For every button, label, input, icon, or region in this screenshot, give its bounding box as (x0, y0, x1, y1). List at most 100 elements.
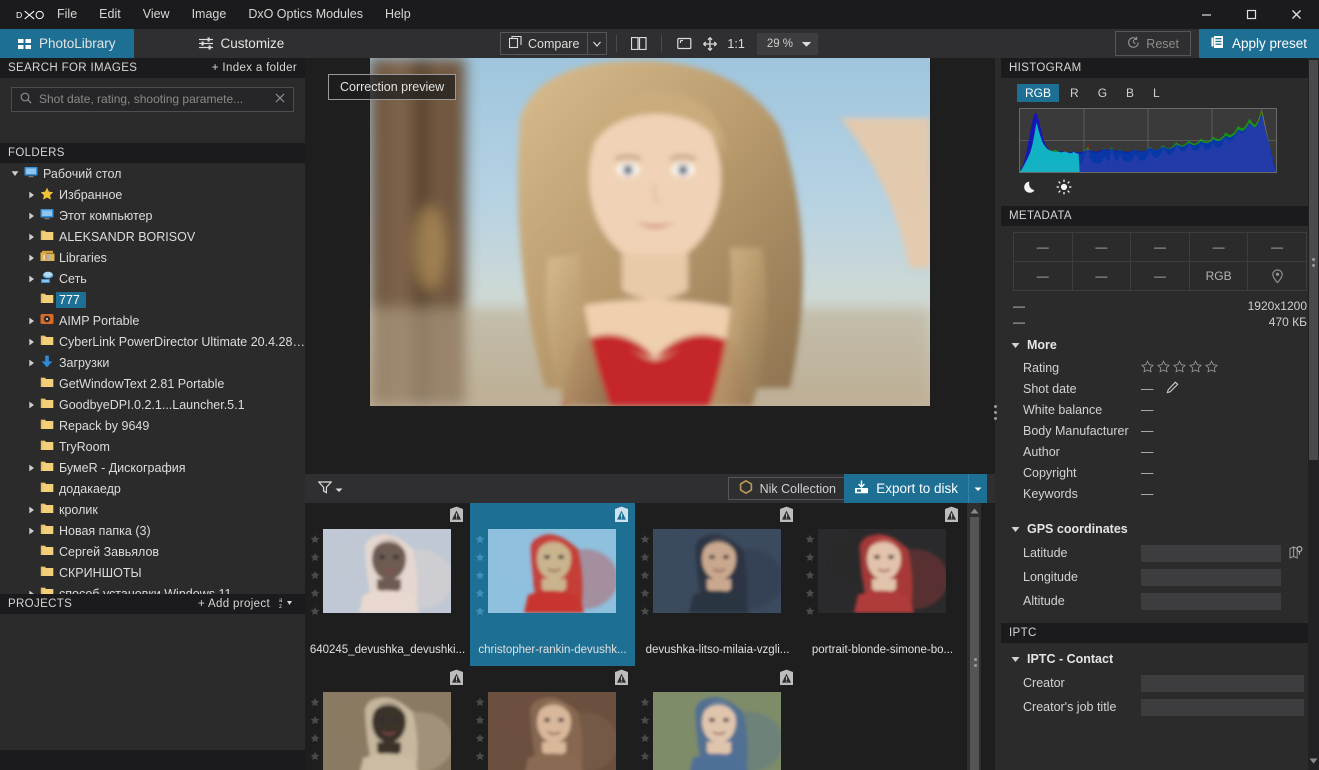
thumbnail-rating-star[interactable] (475, 569, 485, 583)
split-view-button[interactable] (626, 32, 652, 55)
chevron-right-icon[interactable] (24, 191, 38, 199)
no-optics-module-icon[interactable] (449, 506, 464, 526)
metadata-field-body-manufacturer[interactable]: Body Manufacturer — (1001, 420, 1319, 441)
pencil-icon[interactable] (1166, 381, 1179, 397)
no-optics-module-icon[interactable] (614, 506, 629, 526)
thumbnail-rating-star[interactable] (805, 587, 815, 601)
menu-item-image[interactable]: Image (181, 0, 238, 29)
creator-job-title-input[interactable] (1141, 699, 1304, 716)
histogram-channel-l[interactable]: L (1145, 84, 1168, 102)
longitude-input[interactable] (1141, 569, 1281, 586)
histogram-channel-rgb[interactable]: RGB (1017, 84, 1059, 102)
folder-tree-item[interactable]: додакаедр (0, 478, 305, 499)
fit-to-screen-button[interactable] (671, 32, 697, 55)
folder-tree-item[interactable]: CyberLink PowerDirector Ultimate 20.4.28… (0, 331, 305, 352)
chevron-right-icon[interactable] (24, 254, 38, 262)
iptc-contact-group-header[interactable]: IPTC - Contact (1001, 643, 1319, 671)
thumbnail-rating-star[interactable] (475, 587, 485, 601)
thumbnail-cell[interactable]: 640245_devushka_devushki... (305, 503, 470, 666)
scrollbar-thumb[interactable] (970, 517, 979, 770)
thumbnail-cell[interactable]: christopher-rankin-devushk... (470, 503, 635, 666)
minimize-button[interactable] (1184, 0, 1229, 29)
folder-tree-item[interactable]: кролик (0, 499, 305, 520)
chevron-down-icon[interactable] (8, 170, 22, 177)
thumbnail-rating-star[interactable] (475, 696, 485, 710)
thumbnail-scrollbar[interactable] (967, 503, 981, 770)
chevron-right-icon[interactable] (24, 464, 38, 472)
thumbnail-rating-star[interactable] (640, 696, 650, 710)
thumbnail-rating-stars[interactable] (474, 696, 486, 770)
thumbnail-rating-star[interactable] (310, 551, 320, 565)
map-pin-icon[interactable] (1289, 545, 1303, 562)
chevron-right-icon[interactable] (24, 317, 38, 325)
iptc-field-creator-job-title[interactable]: Creator's job title (1001, 695, 1319, 719)
rating-star[interactable] (1205, 360, 1218, 376)
folder-tree-item[interactable]: 777 (0, 289, 305, 310)
chevron-right-icon[interactable] (24, 275, 38, 283)
gps-field-longitude[interactable]: Longitude (1001, 565, 1319, 589)
thumbnail-rating-star[interactable] (310, 750, 320, 764)
thumbnail-rating-star[interactable] (805, 533, 815, 547)
filmstrip-divider-handle[interactable] (974, 658, 977, 667)
no-optics-module-icon[interactable] (779, 506, 794, 526)
thumbnail-rating-star[interactable] (805, 605, 815, 619)
rating-star[interactable] (1141, 360, 1154, 376)
altitude-input[interactable] (1141, 593, 1281, 610)
thumbnail-rating-star[interactable] (475, 750, 485, 764)
reset-button[interactable]: Reset (1115, 31, 1191, 56)
chevron-right-icon[interactable] (24, 506, 38, 514)
folder-tree-item[interactable]: Избранное (0, 184, 305, 205)
sort-az-icon[interactable]: a z (279, 596, 297, 612)
rating-star[interactable] (1189, 360, 1202, 376)
thumbnail-rating-star[interactable] (310, 533, 320, 547)
thumbnail-rating-star[interactable] (640, 732, 650, 746)
menu-item-edit[interactable]: Edit (88, 0, 132, 29)
right-panel-divider-handle[interactable] (1312, 258, 1315, 267)
creator-input[interactable] (1141, 675, 1304, 692)
zoom-level-select[interactable]: 29 % (757, 33, 818, 55)
thumbnail-rating-stars[interactable] (309, 533, 321, 619)
menu-item-view[interactable]: View (132, 0, 181, 29)
metadata-field-shot-date[interactable]: Shot date — (1001, 378, 1319, 399)
thumbnail-rating-star[interactable] (475, 714, 485, 728)
folder-tree-item[interactable]: Libraries (0, 247, 305, 268)
folder-tree-item[interactable]: AIMP Portable (0, 310, 305, 331)
gps-group-header[interactable]: GPS coordinates (1001, 513, 1319, 541)
menu-item-file[interactable]: File (46, 0, 88, 29)
thumbnail-rating-star[interactable] (310, 569, 320, 583)
chevron-right-icon[interactable] (24, 212, 38, 220)
moon-icon[interactable] (1023, 180, 1038, 198)
metadata-field-author[interactable]: Author — (1001, 441, 1319, 462)
thumbnail-rating-stars[interactable] (309, 696, 321, 770)
maximize-button[interactable] (1229, 0, 1274, 29)
folder-tree-item[interactable]: TryRoom (0, 436, 305, 457)
thumbnail-rating-star[interactable] (640, 533, 650, 547)
tab-photolibrary[interactable]: PhotoLibrary (0, 29, 134, 58)
folder-tree-item[interactable]: Этот компьютер (0, 205, 305, 226)
zoom-ratio-label[interactable]: 1:1 (723, 37, 748, 51)
thumbnail-rating-star[interactable] (475, 732, 485, 746)
thumbnail-rating-stars[interactable] (804, 533, 816, 619)
folder-tree-item[interactable]: GetWindowText 2.81 Portable (0, 373, 305, 394)
thumbnail-rating-stars[interactable] (639, 533, 651, 619)
histogram-channel-tabs[interactable]: RGBRGBL (1001, 78, 1319, 106)
thumbnail-rating-star[interactable] (805, 569, 815, 583)
thumbnail-cell[interactable]: devushka-litso-milaia-vzgli... (635, 503, 800, 666)
metadata-field-copyright[interactable]: Copyright — (1001, 462, 1319, 483)
thumbnail-rating-star[interactable] (310, 696, 320, 710)
folder-tree-item[interactable]: Рабочий стол (0, 163, 305, 184)
nik-collection-button[interactable]: Nik Collection (728, 477, 847, 500)
thumbnail-cell[interactable]: tmb_126034_6621.jpg (470, 666, 635, 770)
menu-item-dxo-optics-modules[interactable]: DxO Optics Modules (237, 0, 374, 29)
compare-button[interactable]: Compare (500, 32, 588, 55)
pan-button[interactable] (697, 32, 723, 55)
thumbnail-rating-stars[interactable] (474, 533, 486, 619)
menu-item-help[interactable]: Help (374, 0, 422, 29)
folder-tree-item[interactable]: СКРИНШОТЫ (0, 562, 305, 583)
thumbnail-rating-star[interactable] (640, 569, 650, 583)
scroll-down-arrow[interactable] (1309, 758, 1318, 764)
no-optics-module-icon[interactable] (449, 669, 464, 689)
thumbnail-rating-star[interactable] (640, 605, 650, 619)
chevron-right-icon[interactable] (24, 233, 38, 241)
export-dropdown-caret[interactable] (968, 474, 987, 503)
